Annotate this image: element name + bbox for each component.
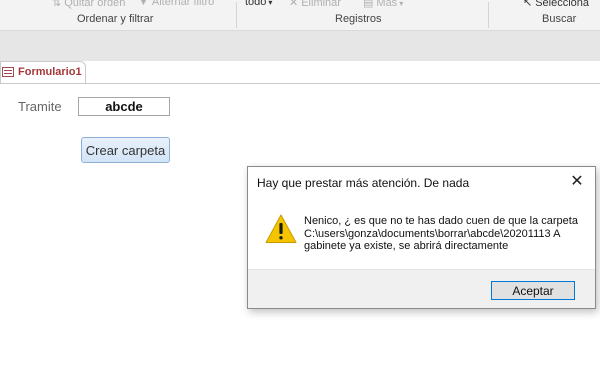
quitar-orden-command[interactable]: ⇅ Quitar orden (52, 0, 125, 9)
tab-formulario1[interactable]: Formulario1 (0, 61, 86, 83)
document-tab-strip: Formulario1 (0, 61, 600, 84)
message-line: Nenico, ¿ es que no te has dado cuen de … (304, 215, 578, 227)
ribbon-group-records: todo ▾ ✕ Eliminar ▤ Más ▾ Registros (237, 0, 488, 30)
tramite-label: Tramite (18, 99, 62, 114)
ribbon-group-label-find: Buscar (542, 13, 577, 25)
message-line: gabinete ya existe, se abrirá directamen… (304, 240, 509, 252)
message-line: C:\users\gonza\documents\borrar\abcde\20… (304, 227, 561, 240)
seleccionar-command[interactable]: ↖ Selecciona (523, 0, 589, 9)
more-icon: ▤ (363, 0, 374, 9)
crear-carpeta-button[interactable]: Crear carpeta (81, 137, 170, 163)
dropdown-arrow-icon: ▾ (268, 0, 273, 7)
form-icon (2, 67, 14, 77)
ribbon-group-label-records: Registros (335, 13, 382, 25)
close-icon[interactable]: ✕ (567, 173, 587, 191)
todo-dropdown[interactable]: todo ▾ (245, 0, 272, 8)
delete-icon: ✕ (289, 0, 299, 9)
alternar-filtro-command[interactable]: ▼ Alternar filtro (138, 0, 214, 8)
ribbon-bottom-band (0, 31, 600, 61)
eliminar-command[interactable]: ✕ Eliminar (289, 0, 341, 9)
mas-command[interactable]: ▤ Más ▾ (363, 0, 403, 9)
remove-sort-icon: ⇅ (52, 0, 62, 9)
ribbon-group-label-sort: Ordenar y filtrar (77, 13, 154, 25)
dialog-footer: Aceptar (248, 269, 595, 308)
aceptar-button[interactable]: Aceptar (491, 281, 575, 300)
select-icon: ↖ (523, 0, 533, 9)
ribbon-group-find: ↖ Selecciona Buscar (489, 0, 600, 30)
dialog-message: Nenico, ¿ es que no te has dado cuen de … (304, 215, 584, 253)
tramite-input[interactable] (78, 97, 170, 116)
dropdown-arrow-icon: ▾ (399, 0, 404, 8)
filter-icon: ▼ (138, 0, 149, 8)
ribbon: ⇅ Quitar orden ▼ Alternar filtro Ordenar y… (0, 0, 600, 31)
tab-label: Formulario1 (18, 66, 82, 78)
message-dialog: Hay que prestar más atención. De nada ✕ … (247, 166, 596, 309)
ribbon-group-sort-filter: ⇅ Quitar orden ▼ Alternar filtro Ordenar y… (0, 0, 236, 30)
dialog-title: Hay que prestar más atención. De nada (257, 176, 470, 190)
warning-icon (265, 214, 297, 243)
